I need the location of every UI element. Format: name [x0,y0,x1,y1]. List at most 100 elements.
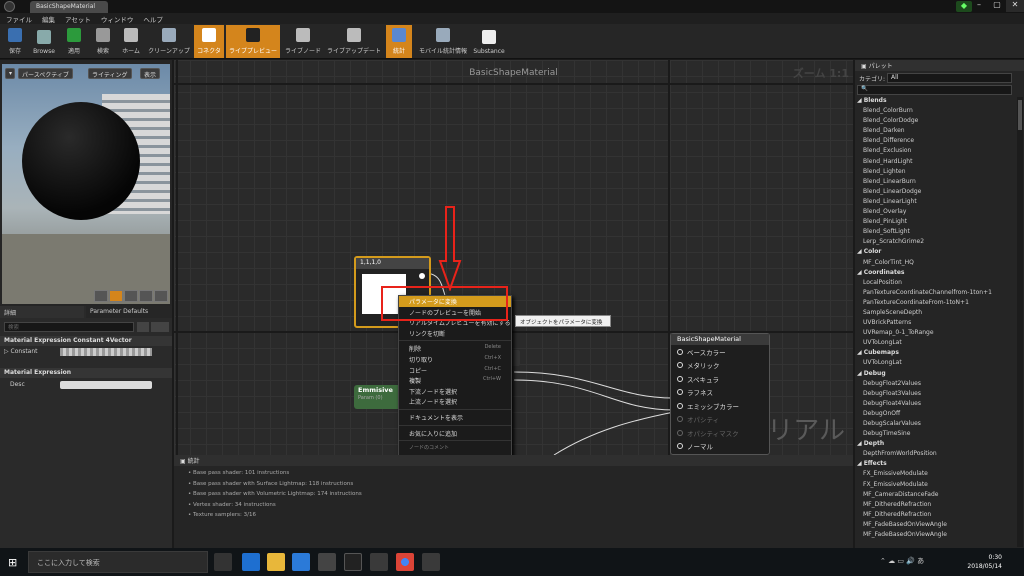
palette-item[interactable]: Blend_Difference [855,137,1017,147]
palette-item[interactable]: MF_DitheredRefraction [855,511,1017,521]
palette-item[interactable]: Blend_ColorDodge [855,117,1017,127]
palette-item[interactable]: Blend_LinearLight [855,198,1017,208]
palette-item[interactable]: UVRemap_0-1_ToRange [855,329,1017,339]
close-icon[interactable]: ✕ [1006,0,1024,12]
material-graph[interactable]: BasicShapeMaterial ズーム 1:1 マテリアル 1,1,1,0… [174,60,853,455]
cube-icon[interactable] [139,290,153,302]
unreal-editor-2-icon[interactable] [422,553,440,571]
toolbar-button-11[interactable]: モバイル統計情報 [416,25,470,58]
palette-tab[interactable]: ▣ パレット [855,60,1024,71]
toolbar-button-7[interactable]: ライブプレビュー [226,25,280,58]
palette-item[interactable]: LocalPosition [855,279,1017,289]
material-pin[interactable]: ノーマル [671,440,769,454]
material-pin[interactable]: オパシティ [671,413,769,427]
material-pin[interactable]: ベースカラー [671,345,769,359]
palette-item[interactable]: MF_FadeBasedOnViewAngle [855,531,1017,541]
task-view-icon[interactable] [214,553,232,571]
palette-item[interactable]: UVToLongLat [855,339,1017,349]
toolbar-button-1[interactable]: Browse [30,25,58,58]
palette-item[interactable]: SampleSceneDepth [855,309,1017,319]
store-icon[interactable] [292,553,310,571]
context-menu-item[interactable]: 下流ノードを選択 [399,386,511,397]
system-tray[interactable]: ⌃ ☁ ▭ 🔊 あ [880,556,924,566]
palette-item[interactable]: DebugOnOff [855,410,1017,420]
palette-item[interactable]: MF_DitheredRefraction [855,501,1017,511]
toolbar-button-12[interactable]: Substance [472,25,506,58]
taskbar-search-input[interactable]: ここに入力して検索 [28,551,208,573]
show-button[interactable]: 表示 [140,68,161,79]
tab-details[interactable]: 詳細 [0,306,84,318]
sphere-icon[interactable] [109,290,123,302]
eye-icon[interactable] [151,322,169,332]
toolbar-button-10[interactable]: 統計 [386,25,412,58]
perspective-button[interactable]: パースペクティブ [18,68,73,79]
context-menu-item[interactable]: 上流ノードを選択 [399,396,511,407]
palette-search-input[interactable]: 🔍 [857,85,1012,95]
lighting-button[interactable]: ライティング [88,68,132,79]
palette-item[interactable]: UVToLongLat [855,359,1017,369]
details-search-input[interactable]: 検索 [4,322,134,332]
tab-basic-shape-material[interactable]: BasicShapeMaterial [30,1,108,13]
palette-item[interactable]: Blend_LinearDodge [855,188,1017,198]
menu-item-0[interactable]: ファイル [6,14,32,24]
palette-item[interactable]: FX_EmissiveModulate [855,481,1017,491]
palette-category-header[interactable]: ◢ Coordinates [855,269,1017,279]
toolbar-button-9[interactable]: ライブアップデート [326,25,382,58]
palette-item[interactable]: DebugTimeSine [855,430,1017,440]
edge-icon[interactable] [242,553,260,571]
constant-color-swatch[interactable] [60,348,152,356]
desc-field[interactable] [60,381,152,389]
palette-item[interactable]: DebugFloat3Values [855,390,1017,400]
maximize-icon[interactable]: ▢ [988,0,1006,12]
context-menu-item[interactable]: ドキュメントを表示 [399,412,511,423]
palette-item[interactable]: MF_FadeBasedOnViewAngle [855,521,1017,531]
palette-item[interactable]: DebugFloat4Values [855,400,1017,410]
material-pin[interactable]: オパシティマスク [671,426,769,440]
section-material-expression[interactable]: Material Expression [0,368,172,378]
palette-item[interactable]: Blend_PinLight [855,218,1017,228]
toolbar-button-2[interactable]: 適用 [60,25,88,58]
palette-scroll-thumb[interactable] [1018,100,1022,130]
palette-item[interactable]: Blend_Overlay [855,208,1017,218]
material-pin[interactable]: ラフネス [671,386,769,400]
context-menu-item[interactable]: コピー Ctrl+C [399,365,511,376]
cylinder-icon[interactable] [94,290,108,302]
menu-item-4[interactable]: ヘルプ [143,14,163,24]
palette-item[interactable]: DepthFromWorldPosition [855,450,1017,460]
toolbar-button-4[interactable]: ホーム [118,25,144,58]
palette-item[interactable]: MF_CameraDistanceFade [855,491,1017,501]
toolbar-button-0[interactable]: 保存 [2,25,28,58]
palette-item[interactable]: Blend_Lighten [855,168,1017,178]
context-menu-item[interactable]: 削除 Delete [399,343,511,354]
minimize-icon[interactable]: – [970,0,988,12]
palette-item[interactable]: Blend_HardLight [855,158,1017,168]
material-pin[interactable]: メタリック [671,359,769,373]
context-menu-item[interactable]: お気に入りに追加 [399,428,511,439]
palette-item[interactable]: Blend_SoftLight [855,228,1017,238]
palette-item[interactable]: Blend_LinearBurn [855,178,1017,188]
material-result-node[interactable]: BasicShapeMaterial ベースカラー メタリック スペキュラ ラフネスエ… [670,333,770,455]
mail-icon[interactable] [318,553,336,571]
palette-category-header[interactable]: ◢ Blends [855,97,1017,107]
context-menu-item[interactable]: リンクを切断 [399,328,511,339]
palette-item[interactable]: PanTextureCoordinateChannelfrom-1ton+1 [855,289,1017,299]
palette-category-header[interactable]: ◢ Depth [855,440,1017,450]
palette-item[interactable]: UVBrickPatterns [855,319,1017,329]
palette-item[interactable]: DebugFloat2Values [855,380,1017,390]
material-preview-viewport[interactable]: ▾ パースペクティブ ライティング 表示 [2,64,170,304]
palette-item[interactable]: PanTextureCoordinateFrom-1toN+1 [855,299,1017,309]
output-pin[interactable] [419,273,425,279]
epic-launcher-icon[interactable] [344,553,362,571]
grid-view-icon[interactable] [137,322,149,332]
material-pin[interactable]: スペキュラ [671,372,769,386]
context-menu-item[interactable]: 複製 Ctrl+W [399,375,511,386]
palette-category-header[interactable]: ◢ Cubemaps [855,349,1017,359]
viewport-menu-button[interactable]: ▾ [5,68,15,79]
palette-category-header[interactable]: ◢ Debug [855,370,1017,380]
stats-tab[interactable]: ▣ 統計 [174,455,853,466]
toolbar-button-3[interactable]: 検索 [90,25,116,58]
tab-parameter-defaults[interactable]: Parameter Defaults [86,306,172,318]
palette-category-header[interactable]: ◢ Effects [855,460,1017,470]
palette-item[interactable]: Blend_Darken [855,127,1017,137]
emissive-param-node[interactable]: Emmisive Param (0) [354,385,402,409]
